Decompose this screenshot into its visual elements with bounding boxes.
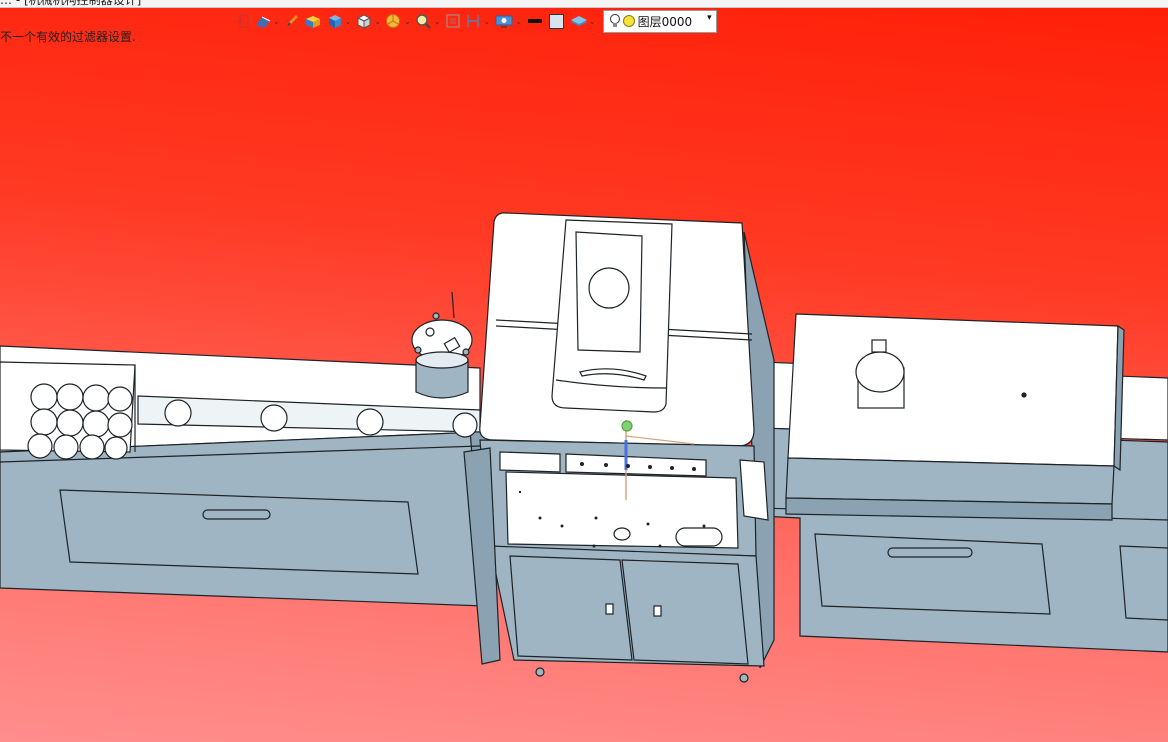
cad-viewport[interactable] xyxy=(0,0,1168,742)
right-conveyor xyxy=(759,313,1168,653)
egg-tray xyxy=(27,383,133,460)
pressure-tank xyxy=(411,291,473,399)
machine-model xyxy=(0,212,1168,683)
central-machine xyxy=(463,212,775,683)
